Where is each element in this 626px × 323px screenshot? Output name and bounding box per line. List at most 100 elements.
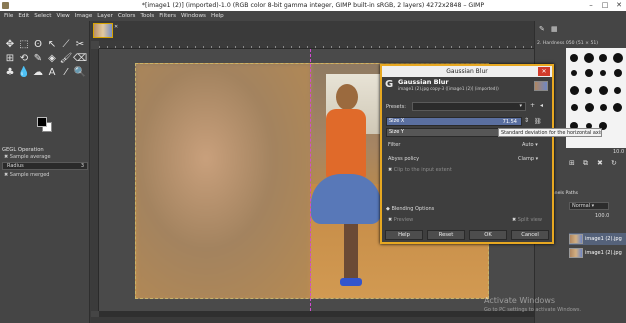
preset-menu-icon[interactable]: ◂ bbox=[540, 102, 543, 109]
spin-arrows-icon[interactable]: ⇕ bbox=[524, 117, 529, 124]
clip-checkbox[interactable]: ✖ Clip to the input extent bbox=[388, 167, 452, 173]
preview-checkbox[interactable]: ✖ Preview bbox=[388, 217, 413, 223]
eraser-tool-icon[interactable]: ⌫ bbox=[73, 51, 87, 65]
layer-row[interactable]: image1 (2).jpg bbox=[569, 247, 626, 259]
layer-name: image1 (2).jpg bbox=[585, 236, 622, 242]
layer-row[interactable]: image1 (2).jpg bbox=[569, 233, 626, 245]
presets-combo[interactable]: ▾ bbox=[412, 102, 526, 111]
horizontal-ruler[interactable] bbox=[99, 41, 534, 49]
photo-blue-skirt bbox=[311, 174, 381, 224]
measure-tool-icon[interactable]: ⁄ bbox=[59, 65, 73, 79]
gaussian-blur-dialog: Gaussian Blur ✕ G Gaussian Blur image1 (… bbox=[380, 64, 602, 244]
filter-label: Filter bbox=[388, 142, 401, 148]
add-preset-icon[interactable]: + bbox=[530, 102, 535, 109]
photo-shoe bbox=[340, 278, 362, 286]
sample-average-row: ✖ Sample average bbox=[4, 154, 51, 160]
dialog-heading: Gaussian Blur bbox=[398, 78, 449, 86]
transform-tool-icon[interactable]: ⟲ bbox=[17, 51, 31, 65]
lasso-tool-icon[interactable]: ʘ bbox=[31, 37, 45, 51]
cancel-button[interactable]: Cancel bbox=[511, 230, 549, 240]
split-view-guide[interactable] bbox=[310, 49, 311, 311]
crop-tool-icon[interactable]: ⊞ bbox=[3, 51, 17, 65]
tooltip: Standard deviation for the horizontal ax… bbox=[498, 128, 602, 137]
size-x-label: Size X bbox=[389, 118, 405, 124]
gegl-logo-icon: G bbox=[385, 79, 394, 90]
blurred-region bbox=[136, 64, 311, 298]
clip-label: Clip to the input extent bbox=[393, 167, 452, 173]
ok-button[interactable]: OK bbox=[469, 230, 507, 240]
opacity-value[interactable]: 100.0 bbox=[595, 213, 609, 219]
text-tool-icon[interactable]: A bbox=[45, 65, 59, 79]
photo-head bbox=[336, 84, 358, 110]
spacing-value[interactable]: 10.0 bbox=[613, 149, 624, 155]
chain-link-icon[interactable]: ⛓ bbox=[534, 118, 542, 125]
minimize-button[interactable]: – bbox=[584, 0, 598, 11]
size-y-label: Size Y bbox=[389, 129, 404, 135]
activate-windows-watermark: Activate Windows bbox=[484, 296, 556, 305]
dodge-tool-icon[interactable]: ☁ bbox=[31, 65, 45, 79]
help-button[interactable]: Help bbox=[385, 230, 423, 240]
menu-view[interactable]: View bbox=[56, 11, 69, 21]
vertical-ruler[interactable] bbox=[91, 49, 99, 311]
image-tab-thumbnail[interactable] bbox=[93, 23, 113, 38]
dialog-subtitle: image1 (2).jpg copy-3 ([image1 (2)] (imp… bbox=[398, 86, 499, 91]
menu-layer[interactable]: Layer bbox=[97, 11, 113, 21]
sample-merged-row: ✖ Sample merged bbox=[4, 172, 49, 178]
rect-select-tool-icon[interactable]: ⬚ bbox=[17, 37, 31, 51]
layer-thumbnail bbox=[569, 234, 583, 244]
menu-tools[interactable]: Tools bbox=[140, 11, 154, 21]
fill-tool-icon[interactable]: ◈ bbox=[45, 51, 59, 65]
brush-name-label: 2. Hardness 050 (51 × 51) bbox=[537, 41, 599, 46]
menu-filters[interactable]: Filters bbox=[159, 11, 176, 21]
dialog-close-button[interactable]: ✕ bbox=[538, 67, 550, 76]
menu-select[interactable]: Select bbox=[34, 11, 51, 21]
menu-colors[interactable]: Colors bbox=[118, 11, 136, 21]
refresh-brushes-icon[interactable]: ↻ bbox=[611, 159, 617, 167]
foreground-color-swatch[interactable] bbox=[37, 117, 47, 127]
tool-options-title: GEGL Operation bbox=[2, 147, 44, 153]
scissors-tool-icon[interactable]: ✂ bbox=[73, 37, 87, 51]
brush-tab-icon[interactable]: ✎ bbox=[539, 25, 545, 33]
reset-button[interactable]: Reset bbox=[427, 230, 465, 240]
clone-tool-icon[interactable]: ♣ bbox=[3, 65, 17, 79]
tool-grid: ✥ ⬚ ʘ ↖ ⟋ ✂ ⊞ ⟲ ✎ ◈ 🖌 ⌫ ♣ 💧 ☁ A ⁄ 🔍 bbox=[3, 37, 88, 79]
split-view-label: Split view bbox=[517, 217, 542, 223]
filter-select[interactable]: Auto ▾ bbox=[522, 142, 538, 148]
delete-brush-icon[interactable]: ✖ bbox=[597, 159, 603, 167]
smudge-tool-icon[interactable]: 💧 bbox=[17, 65, 31, 79]
chevron-down-icon: ▾ bbox=[519, 103, 522, 109]
paintbrush-tool-icon[interactable]: 🖌 bbox=[59, 51, 73, 65]
zoom-tool-icon[interactable]: 🔍 bbox=[73, 65, 87, 79]
close-icon[interactable]: ✕ bbox=[114, 24, 119, 30]
abyss-select[interactable]: Clamp ▾ bbox=[518, 156, 538, 162]
menu-edit[interactable]: Edit bbox=[18, 11, 29, 21]
activate-windows-subtext: Go to PC settings to activate Windows. bbox=[484, 307, 582, 313]
menu-windows[interactable]: Windows bbox=[181, 11, 206, 21]
pencil-tool-icon[interactable]: ✎ bbox=[31, 51, 45, 65]
sample-merged-label: Sample merged bbox=[9, 172, 50, 178]
move-tool-icon[interactable]: ✥ bbox=[3, 37, 17, 51]
menu-file[interactable]: File bbox=[4, 11, 13, 21]
title-bar: *[image1 (2)] (imported)-1.0 (RGB color … bbox=[0, 0, 626, 11]
size-x-slider[interactable]: Size X 71.54 bbox=[386, 117, 522, 126]
image-tabs-bar: ✕ bbox=[91, 21, 534, 41]
menu-help[interactable]: Help bbox=[211, 11, 224, 21]
status-bar bbox=[91, 317, 534, 323]
close-button[interactable]: ✕ bbox=[612, 0, 626, 11]
path-tool-icon[interactable]: ⟋ bbox=[59, 37, 73, 51]
abyss-value: Clamp bbox=[518, 156, 534, 162]
new-brush-icon[interactable]: ⧉ bbox=[583, 159, 588, 168]
photo-legs bbox=[344, 224, 358, 284]
maximize-button[interactable]: □ bbox=[598, 0, 612, 11]
radius-field[interactable]: Radius 3 bbox=[2, 162, 88, 170]
blending-options-expander[interactable]: ◆ Blending Options bbox=[386, 206, 434, 212]
edit-brush-icon[interactable]: ⊞ bbox=[569, 159, 575, 167]
menu-image[interactable]: Image bbox=[75, 11, 93, 21]
menu-bar: File Edit Select View Image Layer Colors… bbox=[0, 11, 626, 21]
layer-mode-select[interactable]: Normal ▾ bbox=[569, 202, 609, 210]
pointer-tool-icon[interactable]: ↖ bbox=[45, 37, 59, 51]
sample-average-label: Sample average bbox=[9, 154, 51, 160]
photo-orange-shirt bbox=[326, 109, 366, 179]
split-view-checkbox[interactable]: ✖ Split view bbox=[512, 217, 542, 223]
pattern-tab-icon[interactable]: ▦ bbox=[551, 25, 558, 33]
